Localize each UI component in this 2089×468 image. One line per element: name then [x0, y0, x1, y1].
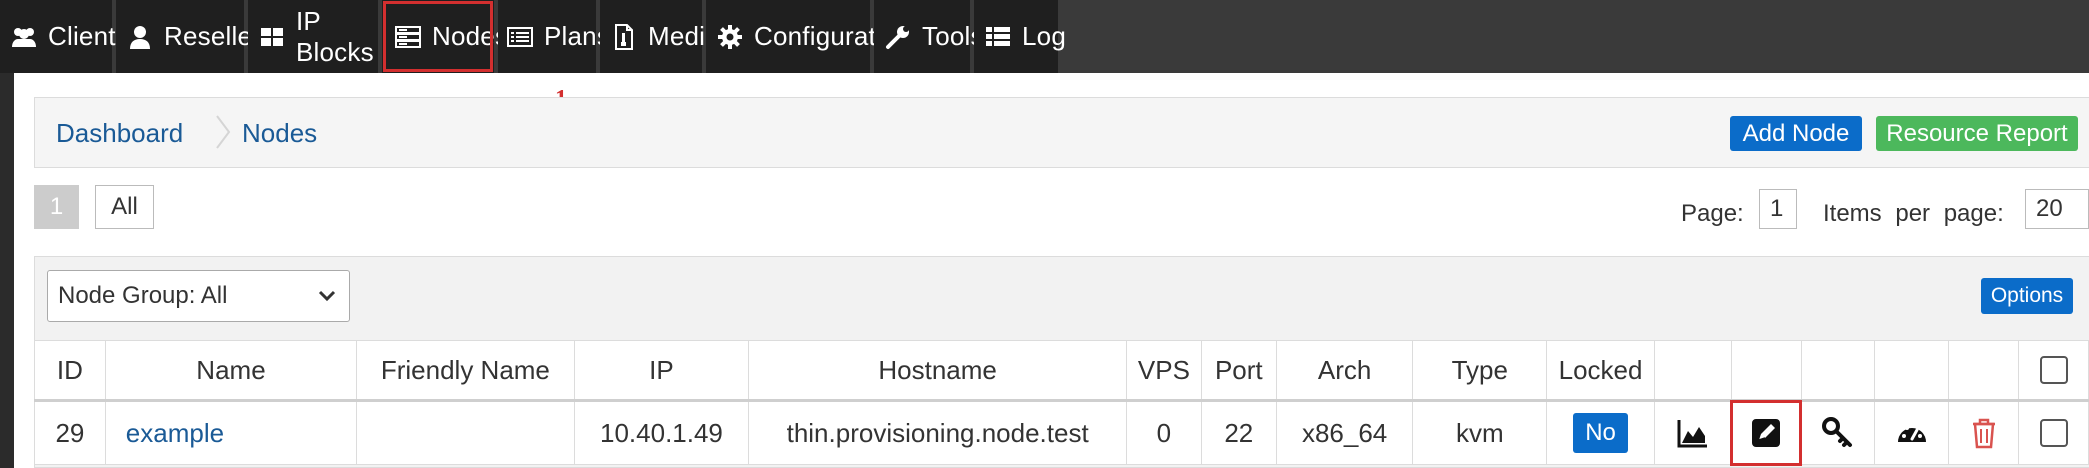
key-icon[interactable]	[1821, 416, 1855, 450]
node-name-cell: example	[104, 400, 358, 465]
nav-tools[interactable]: Tools	[874, 0, 984, 73]
node-type-cell: kvm	[1412, 400, 1548, 465]
items-per-page-label: Items per page:	[1823, 200, 2004, 227]
chevron-down-icon	[318, 290, 336, 302]
nav-nodes-label: Nodes	[432, 21, 509, 51]
nav-ip-blocks[interactable]: IP Blocks	[248, 0, 378, 73]
nav-log[interactable]: Log	[974, 0, 1066, 73]
node-name-link[interactable]: example	[126, 418, 224, 448]
nav-log-label: Log	[1022, 21, 1066, 51]
node-group-select[interactable]: Node Group: All	[47, 270, 350, 322]
select-all-checkbox[interactable]	[2039, 356, 2068, 384]
resource-report-button[interactable]: Resource Report	[1876, 116, 2078, 151]
breadcrumb-bar: Dashboard Nodes Add Node Resource Report	[34, 97, 2089, 168]
breadcrumb-nodes[interactable]: Nodes	[242, 118, 317, 149]
node-friendly-name-cell	[356, 400, 575, 465]
col-key-header	[1800, 340, 1876, 401]
node-group-select-value: Node Group: All	[58, 282, 228, 309]
area-chart-icon[interactable]	[1676, 416, 1710, 450]
breadcrumb-separator-icon	[216, 115, 231, 149]
node-locked-cell: No	[1546, 400, 1656, 465]
user-icon	[126, 23, 154, 51]
wrench-icon	[884, 23, 912, 51]
node-edit-cell	[1730, 399, 1803, 466]
row-select-checkbox[interactable]	[2039, 419, 2068, 447]
options-button[interactable]: Options	[1981, 278, 2073, 314]
items-per-page-input[interactable]: 20	[2025, 189, 2089, 229]
gear-icon	[716, 23, 744, 51]
col-hostname-header[interactable]: Hostname	[748, 340, 1127, 401]
col-select-all-header	[2018, 340, 2089, 401]
left-sidebar-strip	[0, 73, 14, 468]
col-name-header[interactable]: Name	[104, 340, 358, 401]
list-icon	[506, 23, 534, 51]
node-gauge-cell	[1874, 400, 1950, 465]
node-select-cell	[2018, 400, 2089, 465]
nav-media[interactable]: Media	[600, 0, 720, 73]
nav-nodes[interactable]: Nodes	[382, 0, 508, 73]
page-number-input[interactable]: 1	[1759, 189, 1797, 229]
col-id-header[interactable]: ID	[34, 340, 106, 401]
page-all-button[interactable]: All	[95, 185, 154, 229]
table-header-row: ID Name Friendly Name IP Hostname VPS Po…	[34, 340, 2089, 401]
node-delete-cell	[1948, 400, 2020, 465]
breadcrumb-dashboard[interactable]: Dashboard	[56, 118, 183, 149]
col-gauge-header	[1874, 340, 1950, 401]
col-port-header[interactable]: Port	[1200, 340, 1277, 401]
nav-clients[interactable]: Clients	[0, 0, 129, 73]
col-delete-header	[1948, 340, 2020, 401]
table-row: 29 example 10.40.1.49 thin.provisioning.…	[34, 399, 2089, 466]
edit-icon[interactable]	[1749, 416, 1783, 450]
page-1-button[interactable]: 1	[34, 185, 79, 229]
col-arch-header[interactable]: Arch	[1275, 340, 1414, 401]
trash-icon[interactable]	[1967, 416, 2001, 450]
server-icon	[394, 23, 422, 51]
node-id-cell: 29	[34, 400, 106, 465]
locked-status-badge[interactable]: No	[1573, 413, 1628, 453]
grid-icon	[258, 23, 286, 51]
col-ip-header[interactable]: IP	[573, 340, 750, 401]
node-key-cell	[1800, 400, 1876, 465]
nav-ip-blocks-label: IP Blocks	[296, 5, 374, 67]
log-list-icon	[984, 23, 1012, 51]
col-friendly-name-header[interactable]: Friendly Name	[356, 340, 575, 401]
node-port-cell: 22	[1200, 400, 1277, 465]
col-vps-header[interactable]: VPS	[1125, 340, 1202, 401]
node-ip-cell: 10.40.1.49	[573, 400, 750, 465]
page-label: Page:	[1681, 200, 1744, 227]
node-hostname-cell: thin.provisioning.node.test	[748, 400, 1127, 465]
node-arch-cell: x86_64	[1275, 400, 1414, 465]
top-navigation-bar: Clients Resellers IP Blocks Nodes Plans	[0, 0, 2089, 73]
node-vps-cell: 0	[1125, 400, 1202, 465]
col-locked-header[interactable]: Locked	[1546, 340, 1656, 401]
col-edit-header	[1730, 340, 1802, 401]
nav-plans[interactable]: Plans	[498, 0, 610, 73]
nodes-table: ID Name Friendly Name IP Hostname VPS Po…	[34, 340, 2089, 466]
gauge-icon[interactable]	[1895, 416, 1929, 450]
nav-resellers[interactable]: Resellers	[116, 0, 274, 73]
col-graph-header	[1654, 340, 1732, 401]
node-graph-cell	[1654, 400, 1732, 465]
add-node-button[interactable]: Add Node	[1730, 116, 1862, 151]
col-type-header[interactable]: Type	[1412, 340, 1548, 401]
file-icon	[610, 23, 638, 51]
users-icon	[10, 23, 38, 51]
nav-configuration[interactable]: Configuration	[706, 0, 911, 73]
